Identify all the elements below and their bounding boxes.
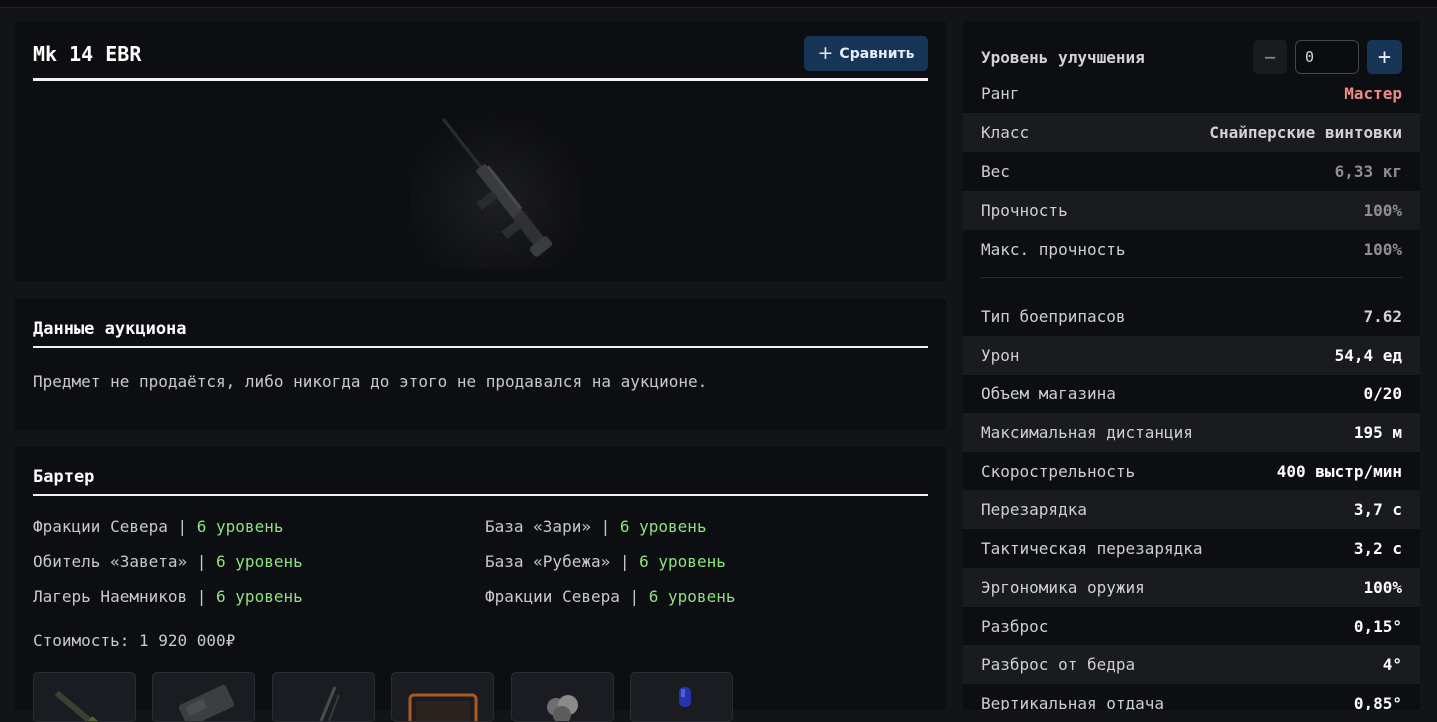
title-underline [33, 78, 928, 81]
rifle-image [410, 104, 580, 269]
stats-divider [981, 277, 1402, 278]
ingredient-slot[interactable] [33, 672, 136, 722]
auction-title: Данные аукциона [33, 319, 187, 339]
compare-button[interactable]: + Сравнить [804, 36, 928, 71]
title-underline [33, 494, 928, 496]
ingredient-slot[interactable] [391, 672, 494, 722]
stat-row-ergonomics: Эргономика оружия 100% [963, 568, 1420, 607]
stat-row-max-durability: Макс. прочность 100% [981, 240, 1402, 259]
orange-case-icon [408, 693, 478, 721]
compare-label: Сравнить [839, 45, 915, 62]
stat-row-class: Класс Снайперские винтовки [963, 113, 1420, 152]
barter-entry: Фракции Севера | 6 уровень [485, 587, 736, 606]
plus-icon: + [1377, 44, 1392, 70]
ingredient-slot[interactable] [630, 672, 733, 722]
stat-row-max-distance: Максимальная дистанция 195 м [963, 413, 1420, 452]
barter-panel: Бартер Фракции Севера | 6 уровень База «… [15, 447, 946, 722]
auction-text: Предмет не продаётся, либо никогда до эт… [33, 372, 708, 391]
upgrade-level-label: Уровень улучшения [981, 48, 1145, 67]
minus-icon: − [1263, 45, 1277, 69]
ingredient-slot[interactable] [511, 672, 614, 722]
title-underline [33, 346, 928, 348]
barter-entry: Фракции Севера | 6 уровень [33, 517, 284, 536]
antenna-icon [319, 686, 340, 721]
barter-entry: Обитель «Завета» | 6 уровень [33, 552, 303, 571]
item-panel: Mk 14 EBR + Сравнить [15, 22, 946, 281]
increase-level-button[interactable]: + [1367, 40, 1402, 74]
top-bar [0, 0, 1437, 8]
blue-vial-icon [679, 687, 691, 707]
barter-entry: База «Рубежа» | 6 уровень [485, 552, 726, 571]
stats-panel: Уровень улучшения − + РангМастер КлассСн… [963, 22, 1420, 710]
barter-cost: Стоимость: 1 920 000₽ [33, 631, 236, 650]
stat-row-ammo-type: Тип боеприпасов 7.62 [981, 307, 1402, 326]
stat-row-hip-spread: Разброс от бедра 4° [963, 645, 1420, 684]
stat-row-durability: Прочность 100% [963, 191, 1420, 230]
auction-panel: Данные аукциона Предмет не продаётся, ли… [15, 299, 946, 430]
ingredient-slot[interactable] [272, 672, 375, 722]
item-title: Mk 14 EBR [33, 42, 142, 66]
stat-row-weight: Вес 6,33 кг [981, 162, 1402, 181]
stat-row-reload: Перезарядка 3,7 с [963, 490, 1420, 529]
barter-entry: База «Зари» | 6 уровень [485, 517, 707, 536]
barter-entry: Лагерь Наемников | 6 уровень [33, 587, 303, 606]
stat-row-magazine: Объем магазина 0/20 [981, 384, 1402, 403]
stat-row-rank: Ранг Мастер [981, 84, 1402, 103]
ingredient-slot[interactable] [152, 672, 255, 722]
stat-row-spread: Разброс 0,15° [981, 617, 1402, 636]
device-icon [178, 684, 235, 721]
plus-icon: + [817, 42, 834, 64]
ore-icon [547, 695, 578, 721]
rifle-part-icon [54, 690, 103, 721]
stat-row-tactical-reload: Тактическая перезарядка 3,2 с [981, 539, 1402, 558]
stat-row-vertical-recoil: Вертикальная отдача 0,85° [981, 694, 1402, 710]
stat-row-damage: Урон 54,4 ед [963, 336, 1420, 375]
upgrade-level-input[interactable] [1295, 40, 1359, 74]
barter-title: Бартер [33, 467, 95, 487]
decrease-level-button[interactable]: − [1253, 40, 1287, 74]
stat-row-fire-rate: Скорострельность 400 выстр/мин [981, 462, 1402, 481]
